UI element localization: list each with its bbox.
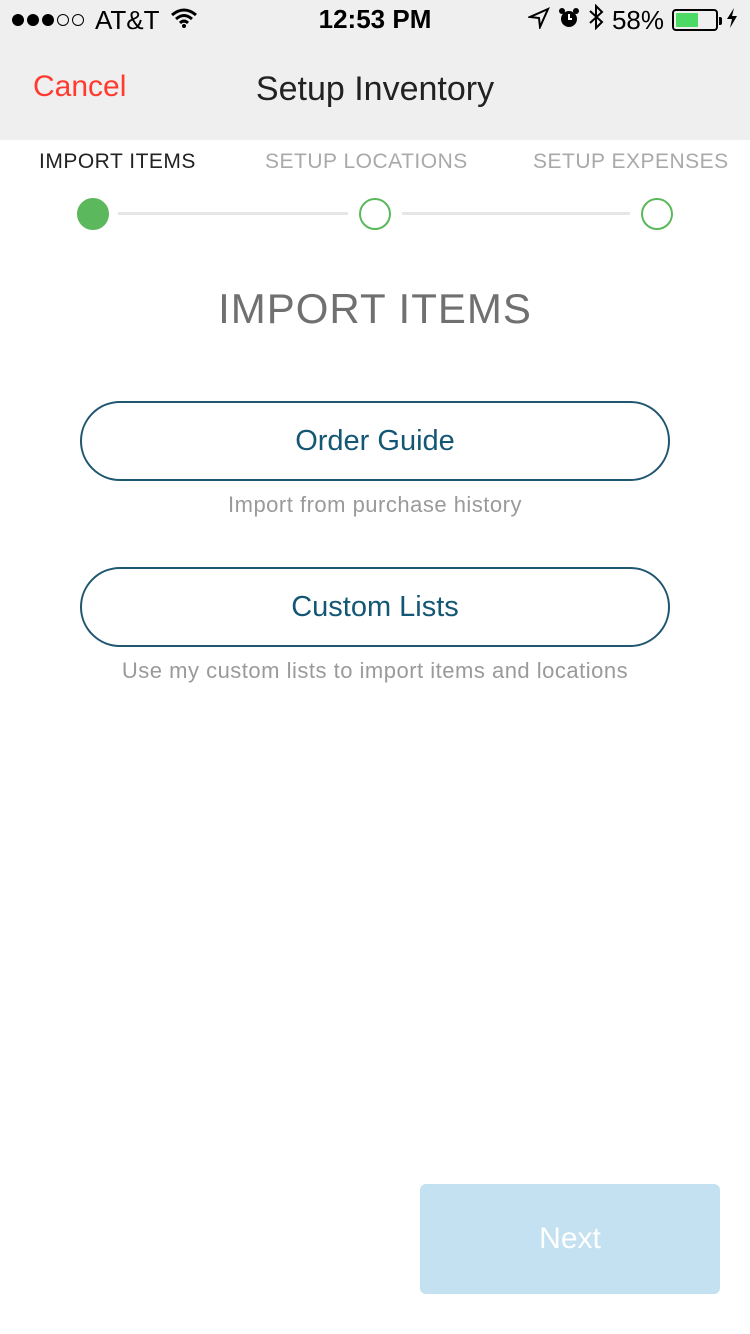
header: AT&T 12:53 PM 58% Cancel Setup Inventory bbox=[0, 0, 750, 140]
step-indicator-import-items bbox=[77, 198, 109, 230]
custom-lists-button[interactable]: Custom Lists bbox=[80, 567, 670, 647]
battery-icon bbox=[672, 9, 722, 31]
step-label-setup-locations: SETUP LOCATIONS bbox=[265, 150, 468, 173]
status-right: 58% bbox=[520, 3, 738, 37]
step-connector bbox=[402, 212, 630, 215]
battery-level bbox=[676, 13, 699, 27]
battery-percent: 58% bbox=[611, 4, 664, 35]
step-indicator-setup-locations bbox=[359, 198, 391, 230]
order-guide-caption: Import from purchase history bbox=[228, 492, 522, 517]
custom-lists-caption: Use my custom lists to import items and … bbox=[121, 658, 629, 683]
status-bar: AT&T 12:53 PM 58% bbox=[0, 0, 750, 40]
section-title: IMPORT ITEMS bbox=[218, 285, 532, 332]
bluetooth-icon bbox=[588, 3, 604, 37]
order-guide-button[interactable]: Order Guide bbox=[80, 401, 670, 481]
step-connector bbox=[118, 212, 348, 215]
step-label-setup-expenses: SETUP EXPENSES bbox=[533, 150, 729, 173]
page-title: Setup Inventory bbox=[255, 70, 495, 108]
step-indicator-setup-expenses bbox=[641, 198, 673, 230]
alarm-icon bbox=[558, 5, 580, 36]
next-button[interactable]: Next bbox=[420, 1184, 720, 1294]
location-arrow-icon bbox=[526, 5, 550, 36]
step-label-import-items: IMPORT ITEMS bbox=[39, 150, 196, 173]
charging-bolt-icon bbox=[726, 5, 738, 36]
